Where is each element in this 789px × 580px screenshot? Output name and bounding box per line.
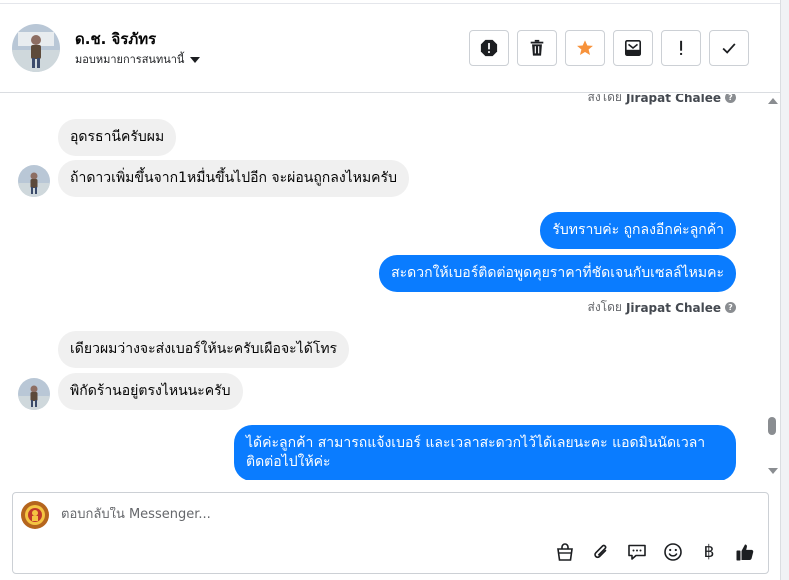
thread-scrollbar[interactable]	[764, 94, 780, 480]
agent-name: Jirapat Chalee	[625, 94, 721, 105]
delete-button[interactable]	[517, 30, 557, 66]
contact-avatar[interactable]	[12, 24, 60, 72]
saved-reply-button[interactable]	[626, 541, 648, 563]
message-thread[interactable]: ส่งโดย Jirapat Chalee ? อุดรธานีครับผม ถ…	[0, 94, 764, 480]
bag-icon	[557, 543, 573, 561]
follow-up-icon	[680, 40, 683, 55]
attach-button[interactable]	[590, 541, 612, 563]
sent-by-label: ส่งโดย Jirapat Chalee ?	[588, 298, 736, 317]
sent-by-label: ส่งโดย Jirapat Chalee ?	[588, 94, 736, 107]
contact-name[interactable]: ด.ช. จิรภัทร	[75, 27, 156, 51]
chevron-down-icon	[190, 56, 201, 63]
reply-input[interactable]	[61, 507, 701, 522]
assign-label: มอบหมายการสนทนานี้	[75, 53, 185, 66]
outgoing-message[interactable]: ได้ค่ะลูกค้า สามารถแจ้งเบอร์ และเวลาสะดว…	[234, 425, 736, 480]
spam-alert-icon	[480, 39, 498, 57]
mark-done-button[interactable]	[709, 30, 749, 66]
incoming-message[interactable]: อุดรธานีครับผม	[58, 119, 177, 156]
shop-button[interactable]	[554, 541, 576, 563]
scrollbar-thumb[interactable]	[768, 417, 776, 435]
saved-reply-icon	[628, 544, 646, 560]
page-avatar	[21, 501, 49, 529]
done-check-icon	[722, 43, 736, 54]
outgoing-message[interactable]: รับทราบค่ะ ถูกลงอีกค่ะลูกค้า	[540, 212, 736, 249]
conversation-header: ด.ช. จิรภัทร มอบหมายการสนทนานี้	[0, 5, 780, 93]
conversation-toolbar	[469, 30, 749, 66]
agent-name: Jirapat Chalee	[625, 300, 721, 315]
incoming-message[interactable]: ถ้าดาวเพิ่มขึ้นจาก1หมื่นขึ้นไปอีก จะผ่อน…	[58, 160, 409, 197]
emoji-button[interactable]	[662, 541, 684, 563]
mark-unread-icon	[624, 39, 642, 57]
follow-up-button[interactable]	[661, 30, 701, 66]
star-icon	[577, 40, 593, 56]
composer-tools: ฿	[554, 541, 756, 563]
help-icon[interactable]: ?	[725, 302, 736, 313]
paperclip-icon	[594, 544, 607, 559]
star-button[interactable]	[565, 30, 605, 66]
reply-composer: ฿	[12, 492, 769, 574]
spam-button[interactable]	[469, 30, 509, 66]
incoming-message[interactable]: พิกัดร้านอยู่ตรงไหนนะครับ	[58, 373, 243, 410]
window-edge	[780, 0, 789, 580]
outgoing-message[interactable]: สะดวกให้เบอร์ติดต่อพูดคุยราคาที่ชัดเจนกั…	[379, 255, 736, 292]
emoji-icon	[664, 543, 682, 561]
baht-icon: ฿	[703, 542, 715, 562]
contact-avatar-small	[18, 378, 50, 410]
help-icon[interactable]: ?	[725, 94, 736, 103]
scroll-up-arrow-icon[interactable]	[768, 98, 778, 104]
scroll-down-arrow-icon[interactable]	[768, 468, 778, 474]
thumbs-up-icon	[736, 544, 754, 561]
payment-button[interactable]: ฿	[698, 541, 720, 563]
like-button[interactable]	[734, 541, 756, 563]
incoming-message[interactable]: เดียวผมว่างจะส่งเบอร์ให้นะครับเผือจะได้โ…	[58, 331, 350, 368]
trash-icon	[530, 39, 544, 56]
assign-conversation-dropdown[interactable]: มอบหมายการสนทนานี้	[75, 50, 201, 68]
contact-avatar-small	[18, 165, 50, 197]
top-divider	[0, 0, 780, 4]
mark-unread-button[interactable]	[613, 30, 653, 66]
